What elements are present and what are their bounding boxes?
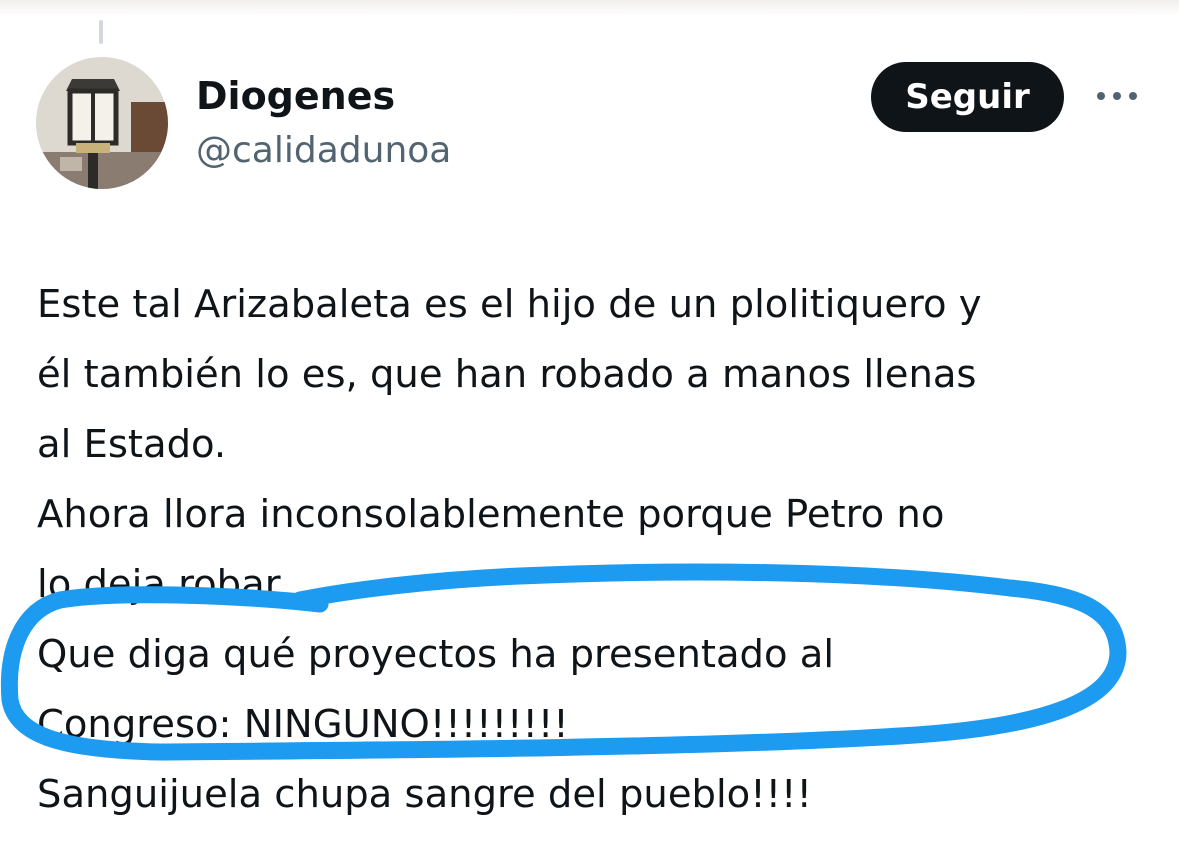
author-display-name[interactable]: Diogenes xyxy=(196,72,395,120)
more-horizontal-icon[interactable] xyxy=(1094,86,1140,106)
tweet-text-line: lo deja robar. xyxy=(37,562,290,607)
tweet-text-line: Que diga qué proyectos ha presentado al xyxy=(37,632,835,677)
tweet-text-line: Ahora llora inconsolablemente porque Pet… xyxy=(37,492,945,537)
tweet-text-line: él también lo es, que han robado a manos… xyxy=(37,352,977,397)
top-divider xyxy=(0,0,1179,16)
tweet-text-line: Congreso: NINGUNO!!!!!!!!! xyxy=(37,702,569,747)
tweet-text: Este tal Arizabaleta es el hijo de un pl… xyxy=(37,270,1147,830)
tweet-text-line: Sanguijuela chupa sangre del pueblo!!!! xyxy=(37,772,812,817)
avatar[interactable] xyxy=(36,57,168,189)
tweet-text-line: Este tal Arizabaleta es el hijo de un pl… xyxy=(37,282,982,327)
thread-connector-line xyxy=(99,20,103,44)
tweet-text-line: al Estado. xyxy=(37,422,227,467)
lamp-photo-icon xyxy=(36,57,168,189)
author-handle[interactable]: @calidadunoa xyxy=(196,127,451,175)
follow-button[interactable]: Seguir xyxy=(871,62,1064,132)
